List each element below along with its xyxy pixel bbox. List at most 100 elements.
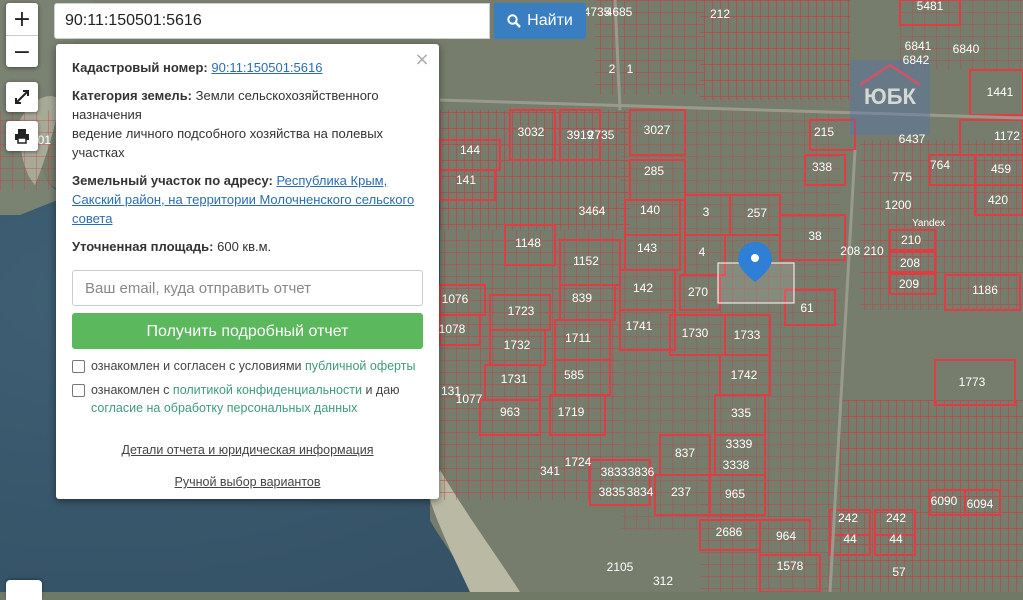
area-label: Уточненная площадь: (72, 239, 214, 254)
plot-number-label: 140 (640, 203, 660, 217)
plot-number-label: 6841 (905, 39, 932, 53)
privacy-consent-mid: и даю (365, 383, 400, 397)
plot-number-label: 57 (892, 565, 906, 579)
plot-number-label: 1076 (442, 292, 469, 306)
plot-number-label: 242 (838, 511, 858, 525)
bottom-control-button[interactable] (6, 580, 42, 600)
manual-selection-link[interactable]: Ручной выбор вариантов (175, 475, 321, 489)
plot-number-label: 1200 (885, 198, 912, 212)
plot-number-label: 1172 (994, 129, 1020, 143)
get-report-button[interactable]: Получить подробный отчет (72, 313, 423, 349)
plot-number-label: 209 (899, 277, 919, 291)
search-button[interactable]: Найти (494, 3, 586, 39)
cadastral-number-row: Кадастровый номер: 90:11:150501:5616 (72, 58, 423, 77)
plot-number-label: 257 (747, 206, 767, 220)
permitted-use-value: ведение личного подсобного хозяйства на … (72, 126, 384, 160)
plot-number-label: 61 (800, 301, 814, 315)
privacy-checkbox[interactable] (72, 384, 85, 397)
plot-number-label: 6090 (931, 494, 958, 508)
print-button[interactable] (6, 121, 38, 151)
plot-number-label: 1441 (987, 85, 1014, 99)
plot-number-label: 285 (644, 164, 664, 178)
offer-consent-text: ознакомлен и согласен с условиями (91, 359, 302, 373)
plot-number-label: 1 (627, 62, 634, 76)
plot-number-label: 1733 (734, 328, 761, 342)
land-category-row: Категория земель: Земли сельскохозяйстве… (72, 86, 423, 162)
plot-number-label: 1148 (515, 236, 541, 250)
plot-number-label: 2735 (588, 128, 615, 142)
plot-number-label: 6094 (967, 497, 994, 511)
plot-number-label: 1723 (508, 304, 535, 318)
plot-number-label: 1742 (731, 368, 758, 382)
plot-number-label: 212 (710, 7, 730, 21)
plot-number-label: 1711 (565, 331, 591, 345)
plot-number-label: 1724 (565, 455, 592, 469)
plot-number-label: 3833 (601, 465, 628, 479)
email-input[interactable]: Ваш email, куда отправить отчет (72, 270, 423, 306)
plot-number-label: 1732 (504, 338, 531, 352)
cadastral-number-link[interactable]: 90:11:150501:5616 (211, 60, 322, 75)
zoom-control: + − (6, 3, 38, 67)
plot-number-label: 963 (500, 405, 520, 419)
place-label: Yandex (912, 218, 945, 229)
plot-number-label: 3464 (579, 204, 606, 218)
plot-number-label: 44 (889, 532, 903, 546)
consent-offer-row: ознакомлен и согласен с условиями публич… (72, 357, 423, 375)
plot-number-label: 1730 (682, 326, 709, 340)
plot-number-label: 141 (456, 173, 476, 187)
plot-number-label: 1077 (456, 392, 483, 406)
plot-number-label: 3339 (726, 437, 753, 451)
plot-number-label: 1719 (558, 405, 585, 419)
plot-number-label: 775 (892, 170, 912, 184)
plot-number-label: 837 (675, 446, 695, 460)
plot-number-label: 3338 (723, 458, 750, 472)
plot-number-label: 2 (609, 62, 616, 76)
category-label: Категория земель: (72, 88, 193, 103)
watermark-text: ЮБК (864, 84, 917, 109)
plot-number-label: 44 (843, 532, 857, 546)
plot-number-label: 143 (637, 241, 657, 255)
plot-number-label: 208 210 (840, 244, 884, 258)
data-processing-link[interactable]: согласие на обработку персональных данны… (91, 401, 357, 415)
zoom-in-button[interactable]: + (6, 3, 38, 35)
cadastral-search-input[interactable]: 90:11:150501:5616 (54, 3, 490, 39)
search-button-label: Найти (527, 12, 573, 29)
plot-number-label: 3 (703, 205, 710, 219)
plot-number-label: 242 (886, 511, 906, 525)
plot-number-label: 312 (653, 574, 673, 588)
plot-number-label: 338 (812, 160, 832, 174)
plot-number-label: 2686 (716, 525, 743, 539)
public-offer-link[interactable]: публичной оферты (305, 359, 415, 373)
fullscreen-button[interactable] (6, 82, 38, 112)
plot-number-label: 3032 (518, 125, 545, 139)
address-label: Земельный участок по адресу: (72, 173, 273, 188)
close-icon[interactable]: × (413, 50, 431, 69)
plot-number-label: 4 (699, 245, 706, 259)
plot-number-label: 839 (572, 291, 592, 305)
plot-number-label: 459 (991, 162, 1011, 176)
plot-number-label: 142 (633, 281, 653, 295)
plot-number-label: 5481 (917, 0, 944, 13)
privacy-consent-text: ознакомлен с (91, 383, 170, 397)
watermark-logo: ЮБК (850, 60, 930, 135)
plot-number-label: 1078 (439, 322, 466, 336)
plot-number-label: 764 (930, 158, 950, 172)
plot-number-label: 1578 (777, 559, 804, 573)
plot-number-label: 270 (688, 285, 708, 299)
plot-number-label: 1186 (972, 283, 998, 297)
zoom-out-button[interactable]: − (6, 35, 38, 67)
privacy-policy-link[interactable]: политикой конфиденциальности (173, 383, 362, 397)
plot-number-label: 210 (901, 233, 921, 247)
plot-number-label: 335 (731, 406, 751, 420)
report-details-link[interactable]: Детали отчета и юридическая информация (122, 443, 374, 457)
manual-footer: Ручной выбор вариантов (56, 473, 439, 492)
plot-number-label: 38 (808, 229, 822, 243)
plot-number-label: 6842 (903, 53, 930, 67)
plot-number-label: 3834 (627, 485, 654, 499)
consent-privacy-row: ознакомлен с политикой конфиденциальност… (72, 381, 423, 417)
plot-number-label: 4685 (606, 5, 633, 19)
expand-icon (15, 90, 29, 104)
offer-checkbox[interactable] (72, 360, 85, 373)
area-row: Уточненная площадь: 600 кв.м. (72, 237, 423, 256)
plot-number-label: 6840 (953, 42, 980, 56)
